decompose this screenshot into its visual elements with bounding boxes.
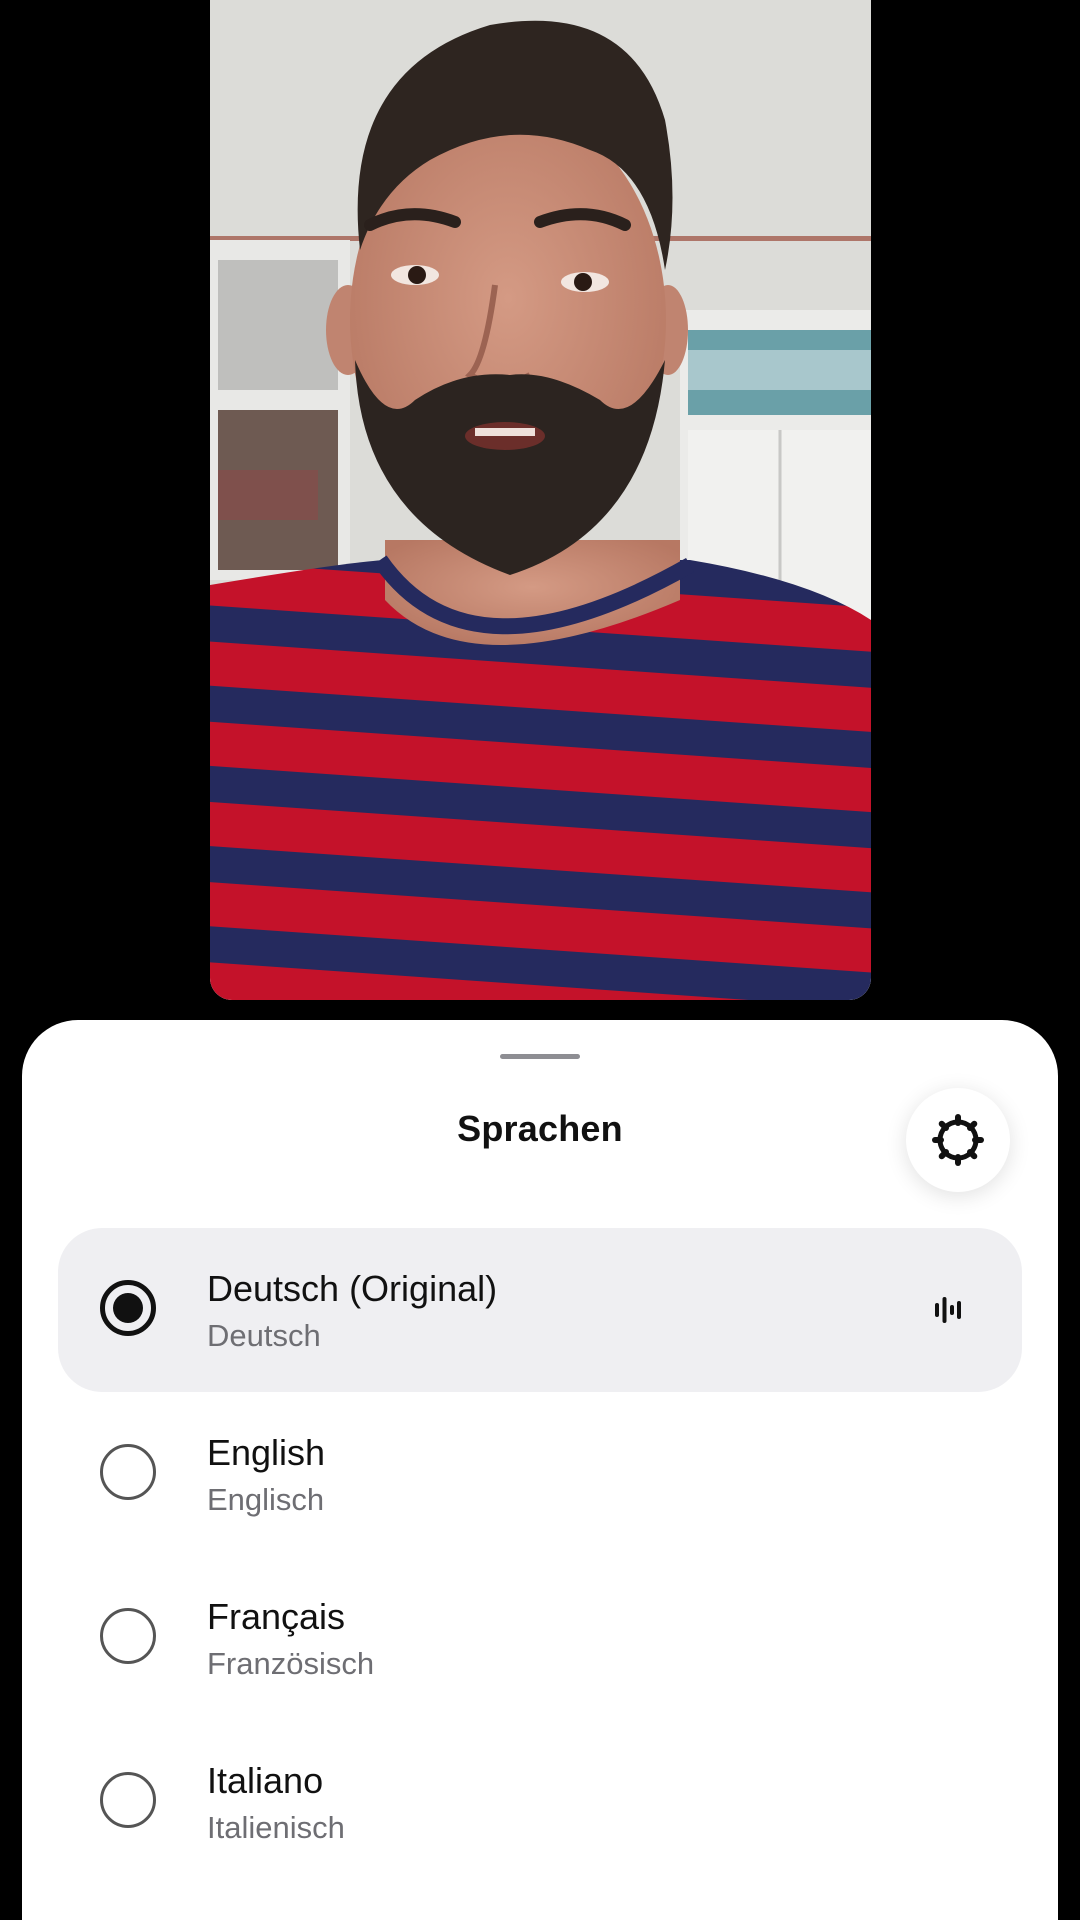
language-subtitle: Italienisch xyxy=(207,1810,345,1845)
language-option-deutsch[interactable]: Deutsch (Original) Deutsch xyxy=(58,1228,1022,1392)
video-preview[interactable] xyxy=(210,0,871,1000)
language-option-francais[interactable]: Français Französisch xyxy=(58,1556,1022,1720)
radio-unselected[interactable] xyxy=(100,1772,156,1828)
language-subtitle: Deutsch xyxy=(207,1318,321,1353)
language-option-english[interactable]: English Englisch xyxy=(58,1392,1022,1556)
language-name: Deutsch (Original) xyxy=(207,1268,498,1309)
audio-waveform-icon xyxy=(935,1297,961,1323)
language-option-italiano[interactable]: Italiano Italienisch xyxy=(58,1720,1022,1884)
radio-unselected[interactable] xyxy=(100,1444,156,1500)
sheet-title: Sprachen xyxy=(457,1108,623,1149)
screen: Sprachen Deutsch (Original) Deutsch Engl… xyxy=(0,0,1080,1920)
gear-icon xyxy=(932,1114,984,1166)
sheet-grabber[interactable] xyxy=(500,1054,580,1059)
language-name: Italiano xyxy=(207,1760,324,1801)
language-subtitle: Französisch xyxy=(207,1646,375,1681)
radio-unselected[interactable] xyxy=(100,1608,156,1664)
language-subtitle: Englisch xyxy=(207,1482,325,1517)
language-list: Deutsch (Original) Deutsch English Engli… xyxy=(58,1228,1022,1884)
language-sheet: Sprachen Deutsch (Original) Deutsch Engl… xyxy=(22,1020,1058,1920)
settings-button[interactable] xyxy=(906,1088,1010,1192)
radio-selected[interactable] xyxy=(100,1280,156,1336)
language-name: English xyxy=(207,1432,326,1473)
language-name: Français xyxy=(207,1596,346,1637)
video-frame-image xyxy=(210,0,871,1000)
